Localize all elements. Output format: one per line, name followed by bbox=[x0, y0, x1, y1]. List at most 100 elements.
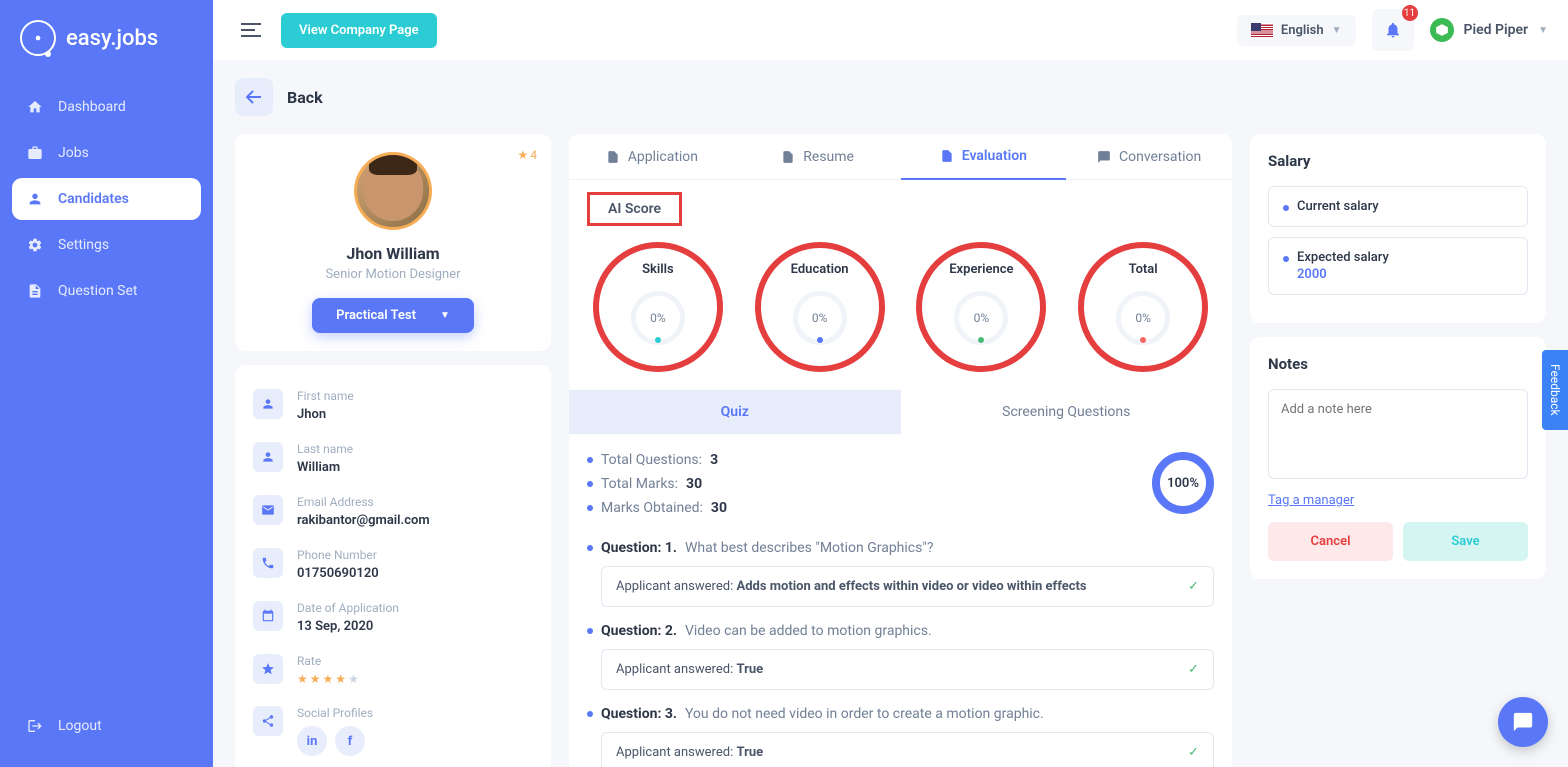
chat-fab[interactable] bbox=[1498, 697, 1548, 747]
salary-card: Salary Current salary Expected salary200… bbox=[1250, 134, 1546, 323]
feedback-tab[interactable]: Feedback bbox=[1542, 350, 1568, 430]
nav-logout[interactable]: Logout bbox=[12, 705, 201, 747]
mail-icon bbox=[253, 495, 283, 525]
value: Jhon bbox=[297, 407, 533, 422]
share-icon bbox=[253, 706, 283, 736]
ans-text: Adds motion and effects within video or … bbox=[736, 579, 1086, 594]
menu-toggle[interactable] bbox=[233, 12, 269, 48]
nav-label: Question Set bbox=[58, 283, 138, 299]
score-total: Total 0% bbox=[1078, 242, 1208, 372]
score-pct: 0% bbox=[812, 311, 828, 325]
q-num: Question: 1. bbox=[601, 540, 677, 556]
value: William bbox=[297, 460, 533, 475]
lang-label: English bbox=[1281, 23, 1324, 38]
marks-obtained: Marks Obtained: 30 bbox=[587, 500, 727, 516]
value: 30 bbox=[686, 476, 702, 492]
nav-label: Settings bbox=[58, 237, 109, 253]
notes-title: Notes bbox=[1268, 355, 1528, 373]
notes-card: Notes Tag a manager Cancel Save bbox=[1250, 337, 1546, 579]
tab-conversation[interactable]: Conversation bbox=[1066, 134, 1232, 180]
score-ring: 0% bbox=[793, 291, 847, 345]
view-company-button[interactable]: View Company Page bbox=[281, 13, 437, 48]
score-grid: Skills 0% Education 0% Experience 0% T bbox=[587, 242, 1214, 372]
score-ring: 0% bbox=[1116, 291, 1170, 345]
user-icon bbox=[253, 389, 283, 419]
details-card: First nameJhon Last nameWilliam Email Ad… bbox=[235, 365, 551, 767]
rating-stars: ★★★★★ bbox=[297, 672, 533, 686]
back-button[interactable] bbox=[235, 78, 273, 116]
language-selector[interactable]: English ▼ bbox=[1237, 15, 1356, 46]
question-3: Question: 3. You do not need video in or… bbox=[587, 706, 1214, 767]
nav-label: Jobs bbox=[58, 145, 89, 161]
check-icon: ✓ bbox=[1188, 745, 1199, 760]
score-label: Education bbox=[791, 262, 849, 277]
current-salary: Current salary bbox=[1268, 186, 1528, 227]
tab-evaluation[interactable]: Evaluation bbox=[901, 134, 1067, 180]
detail-date: Date of Application13 Sep, 2020 bbox=[253, 591, 533, 644]
nav-dashboard[interactable]: Dashboard bbox=[12, 86, 201, 128]
check-icon: ✓ bbox=[1188, 579, 1199, 594]
nav-jobs[interactable]: Jobs bbox=[12, 132, 201, 174]
topbar-right: English ▼ 11 Pied Piper ▼ bbox=[1237, 9, 1548, 51]
company-icon bbox=[1430, 18, 1454, 42]
q-header: Question: 3. You do not need video in or… bbox=[587, 706, 1214, 722]
detail-phone: Phone Number01750690120 bbox=[253, 538, 533, 591]
tag-manager-link[interactable]: Tag a manager bbox=[1268, 493, 1354, 508]
chevron-down-icon: ▼ bbox=[440, 310, 450, 321]
home-icon bbox=[26, 98, 44, 116]
ai-score-title: AI Score bbox=[587, 192, 682, 226]
note-input[interactable] bbox=[1268, 389, 1528, 479]
nav-candidates[interactable]: Candidates bbox=[12, 178, 201, 220]
nav-questionset[interactable]: Question Set bbox=[12, 270, 201, 312]
linkedin-icon[interactable]: in bbox=[297, 726, 327, 756]
label: Rate bbox=[297, 654, 533, 668]
bell-icon bbox=[1384, 21, 1402, 39]
total-questions: Total Questions: 3 bbox=[587, 452, 727, 468]
layout: ★4 Jhon William Senior Motion Designer P… bbox=[235, 134, 1546, 767]
ans-text: True bbox=[736, 745, 763, 760]
ans-label: Applicant answered: bbox=[616, 745, 736, 760]
detail-rate: Rate ★★★★★ bbox=[253, 644, 533, 696]
tab-resume[interactable]: Resume bbox=[735, 134, 901, 180]
ans-label: Applicant answered: bbox=[616, 579, 736, 594]
calendar-icon bbox=[253, 601, 283, 631]
chat-icon bbox=[1512, 711, 1534, 733]
label: First name bbox=[297, 389, 533, 403]
subtab-screening[interactable]: Screening Questions bbox=[901, 390, 1233, 434]
notes-actions: Cancel Save bbox=[1268, 522, 1528, 561]
facebook-icon[interactable]: f bbox=[335, 726, 365, 756]
score-education: Education 0% bbox=[755, 242, 885, 372]
gear-icon bbox=[26, 236, 44, 254]
score-label: Skills bbox=[642, 262, 674, 277]
detail-lastname: Last nameWilliam bbox=[253, 432, 533, 485]
cancel-button[interactable]: Cancel bbox=[1268, 522, 1393, 561]
hamburger-icon bbox=[241, 22, 261, 38]
notif-badge: 11 bbox=[1402, 5, 1418, 21]
save-button[interactable]: Save bbox=[1403, 522, 1528, 561]
tab-label: Conversation bbox=[1119, 149, 1201, 165]
detail-firstname: First name Jhon bbox=[253, 379, 533, 432]
topbar: View Company Page English ▼ 11 Pied Pipe… bbox=[213, 0, 1568, 60]
logo[interactable]: easy.jobs bbox=[0, 20, 213, 86]
flag-icon bbox=[1251, 23, 1273, 37]
value: 30 bbox=[711, 500, 727, 516]
label: Total Marks: bbox=[601, 476, 678, 492]
rating-value: 4 bbox=[530, 148, 537, 162]
social-icons: in f bbox=[297, 726, 533, 756]
value: 3 bbox=[710, 452, 718, 468]
nav-label: Candidates bbox=[58, 191, 129, 207]
expected-salary: Expected salary2000 bbox=[1268, 237, 1528, 295]
main-tabs: Application Resume Evaluation Conversati… bbox=[569, 134, 1232, 180]
nav-settings[interactable]: Settings bbox=[12, 224, 201, 266]
notification-bell[interactable]: 11 bbox=[1372, 9, 1414, 51]
company-menu[interactable]: Pied Piper ▼ bbox=[1430, 18, 1549, 42]
q-text: Video can be added to motion graphics. bbox=[685, 623, 932, 639]
briefcase-icon bbox=[26, 144, 44, 162]
total-marks: Total Marks: 30 bbox=[587, 476, 727, 492]
q-text: You do not need video in order to create… bbox=[685, 706, 1044, 722]
answer-box: Applicant answered: True ✓ bbox=[601, 732, 1214, 767]
status-dropdown[interactable]: Practical Test▼ bbox=[312, 298, 474, 333]
star-icon bbox=[253, 654, 283, 684]
tab-application[interactable]: Application bbox=[569, 134, 735, 180]
subtab-quiz[interactable]: Quiz bbox=[569, 390, 901, 434]
